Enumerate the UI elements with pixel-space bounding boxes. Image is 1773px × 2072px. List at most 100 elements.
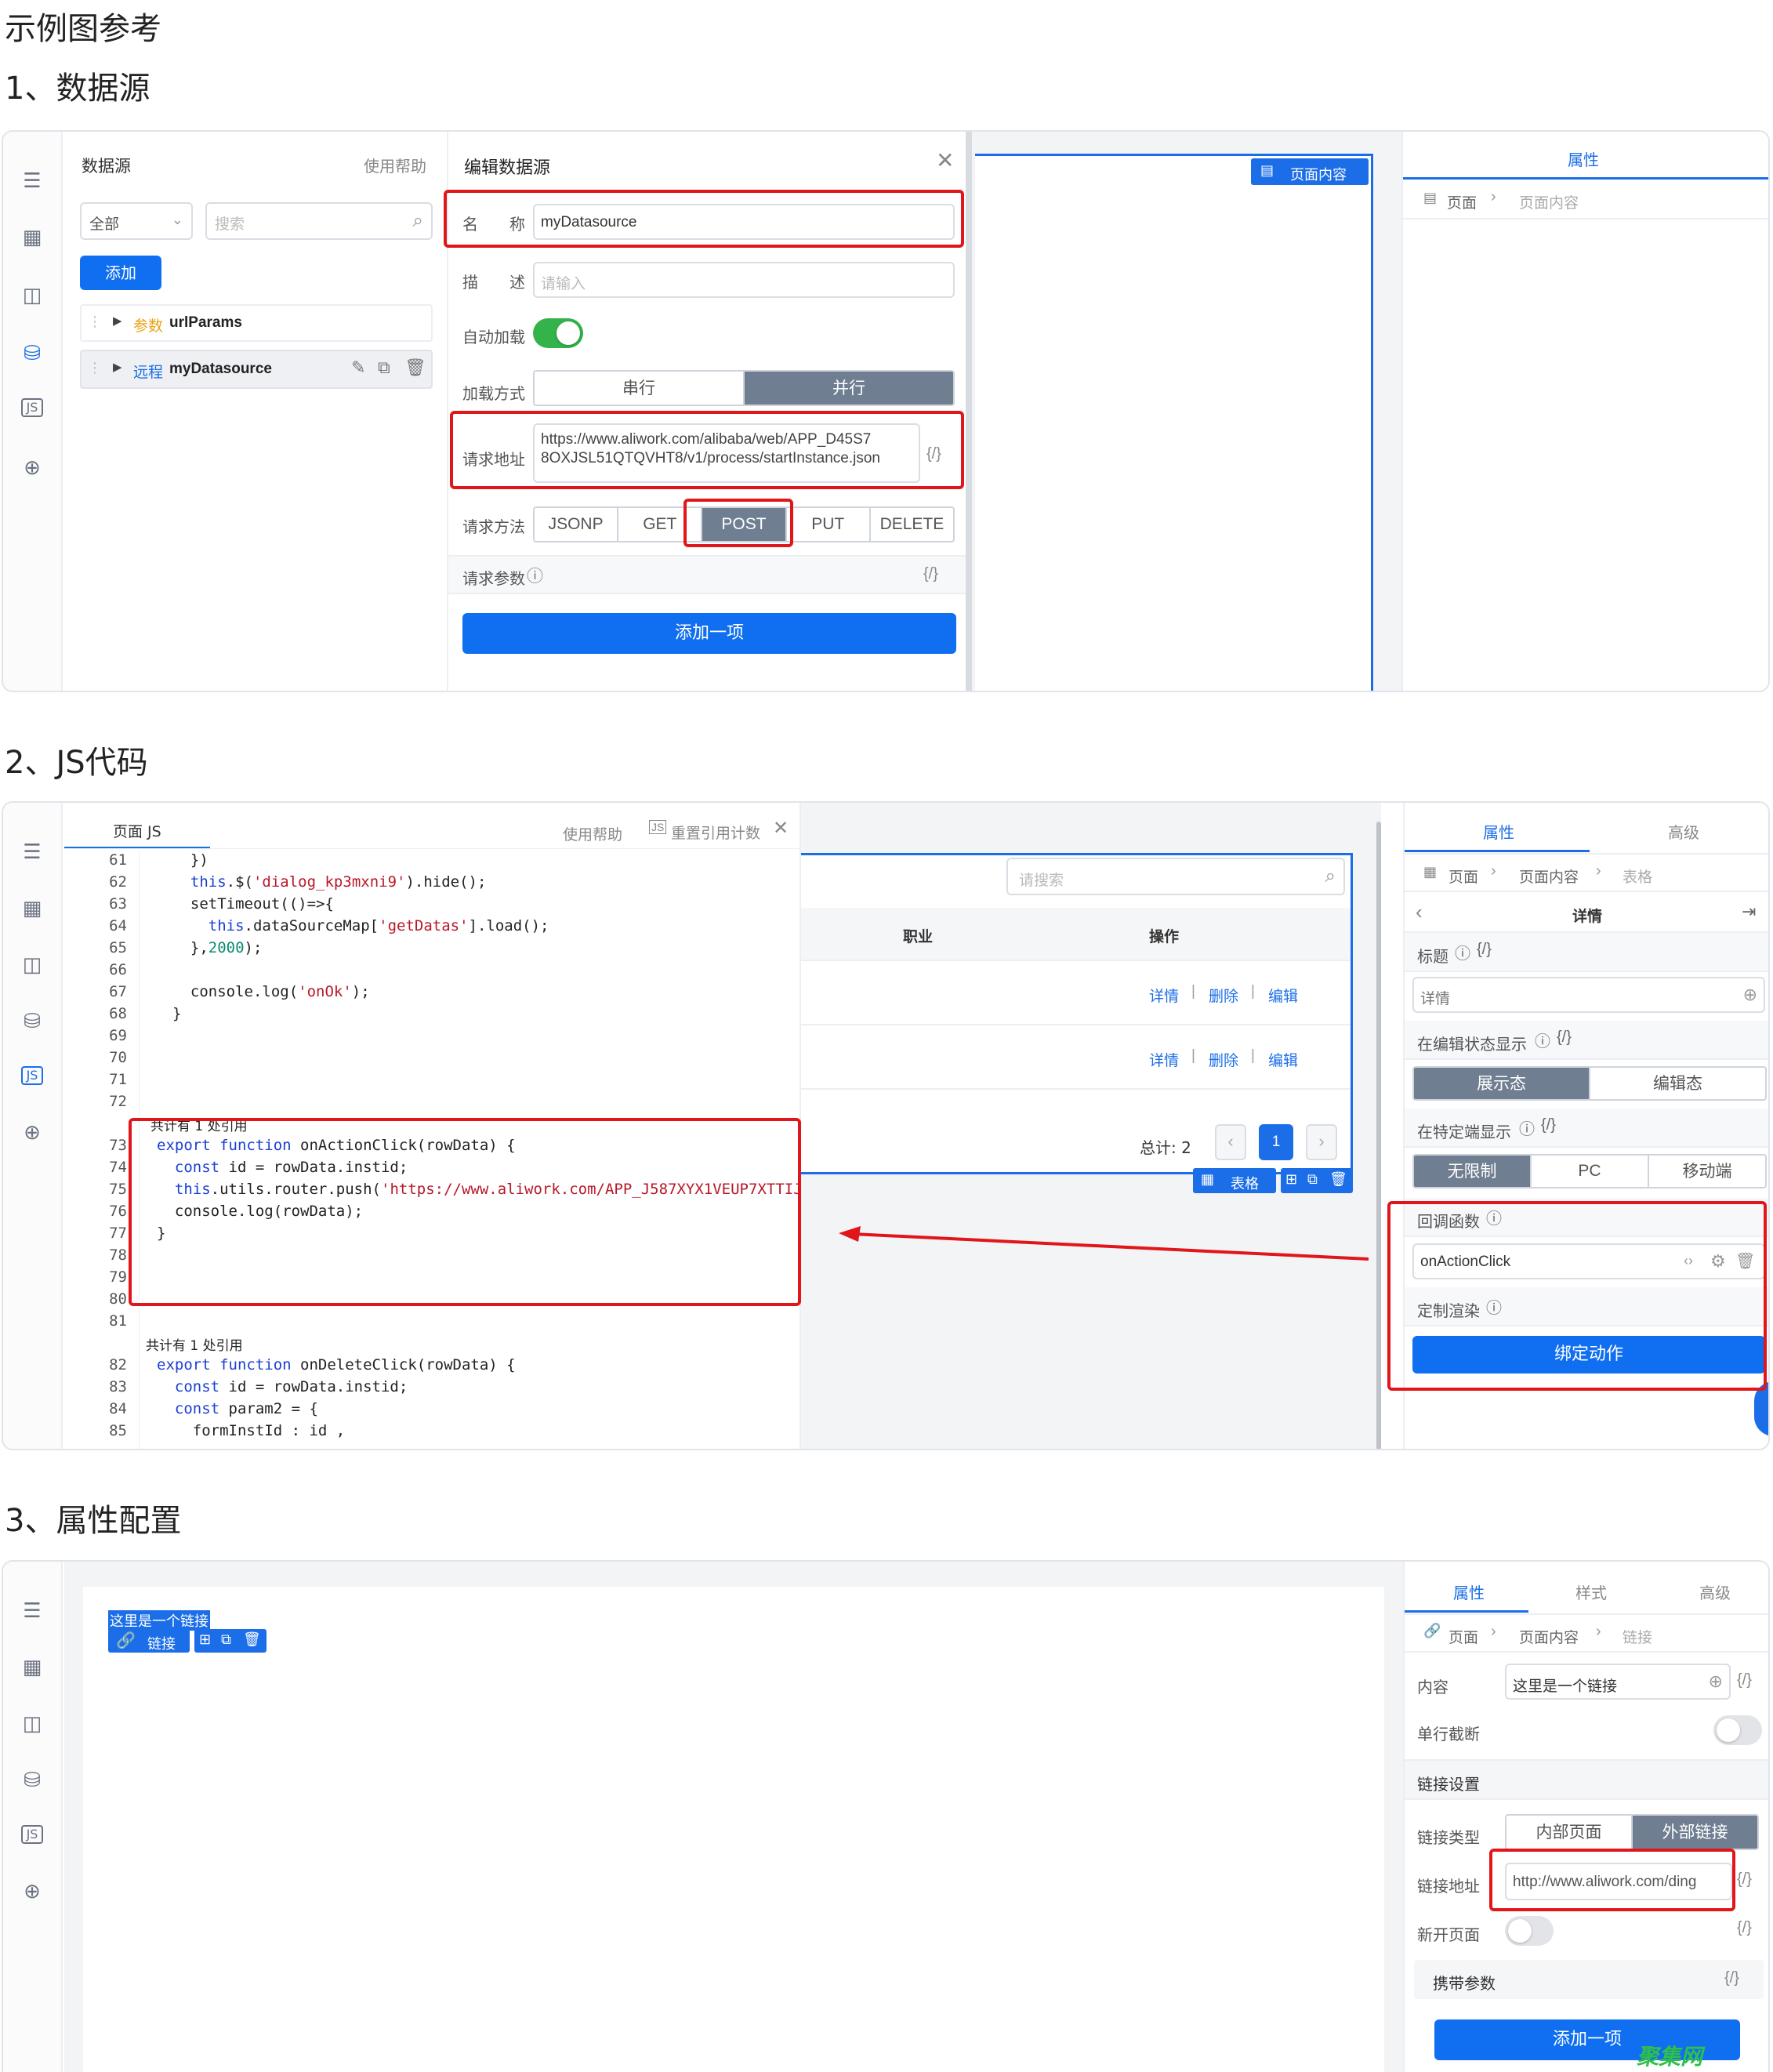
datasource-help-link[interactable]: 使用帮助 <box>364 154 426 176</box>
canvas-scrollbar[interactable] <box>1376 822 1381 1449</box>
globe-icon[interactable]: ⊕ <box>19 455 45 481</box>
components-icon[interactable]: ▦ <box>19 895 45 922</box>
selected-link[interactable]: 这里是一个链接 <box>108 1610 210 1631</box>
datasource-icon[interactable]: ⛁ <box>19 1767 45 1794</box>
help-icon[interactable]: ⓘ <box>1486 1295 1502 1318</box>
help-icon[interactable]: ⓘ <box>1535 1029 1550 1051</box>
table-tag[interactable]: ▦ 表格 <box>1193 1168 1276 1193</box>
row-detail-link[interactable]: 详情 <box>1149 1049 1179 1070</box>
device-segment[interactable]: 无限制 PC 移动端 <box>1412 1154 1767 1188</box>
load-mode-parallel[interactable]: 并行 <box>745 372 953 405</box>
new-page-toggle[interactable] <box>1505 1916 1554 1946</box>
templates-icon[interactable]: ◫ <box>19 282 45 309</box>
add-icon[interactable]: ⊞ <box>1285 1171 1297 1188</box>
help-icon[interactable]: ⓘ <box>527 564 543 587</box>
templates-icon[interactable]: ◫ <box>19 1711 45 1737</box>
js-help-link[interactable]: 使用帮助 <box>563 823 622 844</box>
edit-icon[interactable]: ✎ <box>351 357 365 378</box>
tab-advanced[interactable]: 高级 <box>1699 1580 1731 1603</box>
globe-icon[interactable]: ⊕ <box>1743 985 1757 1005</box>
page-content-tag[interactable]: ▤ 页面内容 <box>1251 158 1369 185</box>
tab-properties[interactable]: 属性 <box>1568 147 1599 170</box>
table-search-input[interactable]: 请搜索 ⌕ <box>1006 858 1345 895</box>
copy-icon[interactable]: ⧉ <box>221 1631 231 1648</box>
templates-icon[interactable]: ◫ <box>19 952 45 978</box>
tab-style[interactable]: 样式 <box>1575 1580 1607 1603</box>
expression-icon[interactable]: {/} <box>926 445 941 463</box>
datasource-item-mydatasource[interactable]: ⋮ ▶ 远程 myDatasource ✎ ⧉ 🗑 <box>80 350 433 389</box>
autoload-toggle[interactable] <box>533 318 583 348</box>
link-url-input[interactable]: http://www.aliwork.com/ding <box>1505 1863 1732 1900</box>
expression-icon[interactable]: {/} <box>923 565 938 583</box>
next-page-button[interactable]: › <box>1306 1124 1337 1160</box>
globe-icon[interactable]: ⊕ <box>1709 1671 1723 1692</box>
expression-icon[interactable]: {/} <box>1724 1969 1739 1987</box>
tab-page-js[interactable]: 页面 JS <box>113 820 161 841</box>
url-textarea[interactable]: https://www.aliwork.com/alibaba/web/APP_… <box>533 423 920 483</box>
expression-icon[interactable]: {/} <box>1737 1919 1752 1937</box>
outline-icon[interactable]: ☰ <box>19 839 45 865</box>
trash-icon[interactable]: 🗑 <box>1735 1251 1755 1271</box>
exit-icon[interactable]: ⇥ <box>1742 902 1756 922</box>
tab-advanced[interactable]: 高级 <box>1668 820 1699 843</box>
page-1-button[interactable]: 1 <box>1259 1124 1293 1160</box>
method-post[interactable]: POST <box>702 508 787 541</box>
expand-icon[interactable]: ▶ <box>113 314 122 328</box>
copy-icon[interactable]: ⧉ <box>1307 1171 1318 1188</box>
link-type-segment[interactable]: 内部页面 外部链接 <box>1505 1814 1759 1850</box>
trash-icon[interactable]: 🗑 <box>243 1631 261 1648</box>
components-icon[interactable]: ▦ <box>19 224 45 251</box>
bind-action-button[interactable]: 绑定动作 <box>1412 1336 1765 1373</box>
method-get[interactable]: GET <box>618 508 703 541</box>
expression-icon[interactable]: {/} <box>1477 941 1492 959</box>
close-icon[interactable]: ✕ <box>773 817 789 840</box>
js-icon[interactable]: JS <box>21 398 43 417</box>
ellipsis-toggle[interactable] <box>1713 1715 1762 1745</box>
edit-mode-segment[interactable]: 展示态 编辑态 <box>1412 1066 1767 1101</box>
row-edit-link[interactable]: 编辑 <box>1268 1049 1298 1070</box>
prev-page-button[interactable]: ‹ <box>1215 1124 1246 1160</box>
load-mode-serial[interactable]: 串行 <box>535 372 745 405</box>
method-segment[interactable]: JSONP GET POST PUT DELETE <box>533 506 955 542</box>
content-input[interactable]: 这里是一个链接 ⊕ <box>1505 1664 1731 1700</box>
reset-ref-count-button[interactable]: 重置引用计数 <box>671 822 760 843</box>
desc-input[interactable]: 请输入 <box>533 262 955 298</box>
row-detail-link[interactable]: 详情 <box>1149 985 1179 1006</box>
components-icon[interactable]: ▦ <box>19 1654 45 1681</box>
help-icon[interactable]: ⓘ <box>1519 1116 1535 1139</box>
close-icon[interactable]: ✕ <box>936 147 954 173</box>
load-mode-segment[interactable]: 串行 并行 <box>533 370 955 406</box>
method-put[interactable]: PUT <box>787 508 871 541</box>
expression-icon[interactable]: {/} <box>1737 1671 1752 1689</box>
datasource-icon[interactable]: ⛁ <box>19 340 45 367</box>
method-delete[interactable]: DELETE <box>871 508 953 541</box>
copy-icon[interactable]: ⧉ <box>378 357 390 378</box>
js-icon[interactable]: JS <box>21 1825 43 1844</box>
add-icon[interactable]: ⊞ <box>199 1631 211 1648</box>
datasource-icon[interactable]: ⛁ <box>19 1008 45 1035</box>
outline-icon[interactable]: ☰ <box>19 1598 45 1624</box>
help-icon[interactable]: ⓘ <box>1455 941 1470 963</box>
help-icon[interactable]: ⓘ <box>1486 1206 1502 1228</box>
back-icon[interactable]: ‹ <box>1416 900 1423 924</box>
tab-properties[interactable]: 属性 <box>1483 820 1514 843</box>
trash-icon[interactable]: 🗑 <box>404 357 426 378</box>
datasource-search-input[interactable]: 搜索 ⌕ <box>205 202 433 240</box>
row-delete-link[interactable]: 删除 <box>1209 1049 1238 1070</box>
row-edit-link[interactable]: 编辑 <box>1268 985 1298 1006</box>
gear-icon[interactable]: ⚙ <box>1710 1251 1726 1272</box>
add-item-button[interactable]: 添加一项 <box>462 613 956 654</box>
expression-icon[interactable]: {/} <box>1737 1871 1752 1889</box>
tab-properties[interactable]: 属性 <box>1453 1580 1485 1603</box>
globe-icon[interactable]: ⊕ <box>19 1878 45 1905</box>
datasource-filter-select[interactable]: 全部 ⌄ <box>80 202 193 240</box>
add-datasource-button[interactable]: 添加 <box>80 256 161 290</box>
drag-handle-icon[interactable]: ⋮ <box>88 314 102 330</box>
callback-input[interactable]: onActionClick ‹› ⚙ 🗑 <box>1412 1243 1765 1279</box>
name-input[interactable]: myDatasource <box>533 204 955 240</box>
code-icon[interactable]: ‹› <box>1684 1253 1693 1269</box>
trash-icon[interactable]: 🗑 <box>1329 1171 1347 1188</box>
drag-handle-icon[interactable]: ⋮ <box>88 360 102 376</box>
datasource-item-urlparams[interactable]: ⋮ ▶ 参数 urlParams <box>80 304 433 342</box>
row-delete-link[interactable]: 删除 <box>1209 985 1238 1006</box>
